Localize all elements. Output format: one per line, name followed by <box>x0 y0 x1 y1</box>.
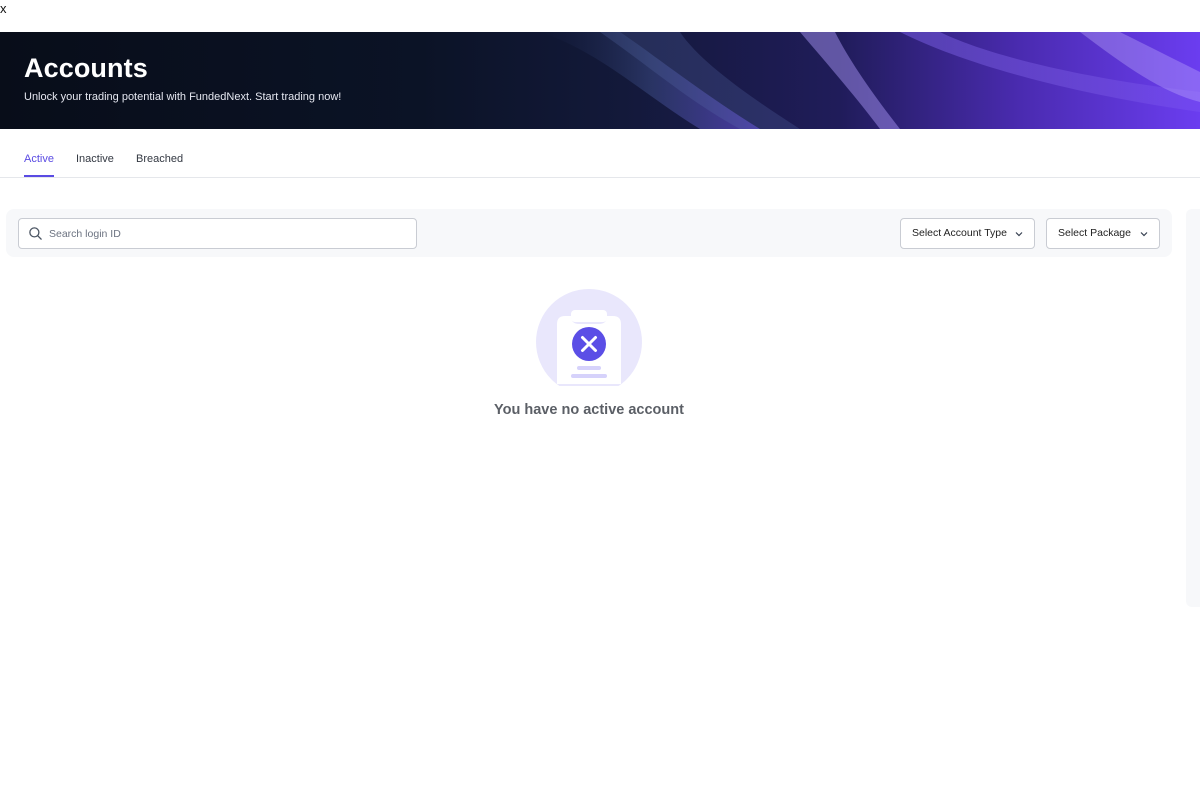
top-strip: x <box>0 0 1200 32</box>
search-icon <box>29 227 42 240</box>
accounts-page: x Accounts Unlock your trading potential… <box>0 0 1200 791</box>
page-title: Accounts <box>24 53 148 83</box>
close-icon[interactable]: x <box>0 2 7 16</box>
tab-breached[interactable]: Breached <box>136 129 183 176</box>
chevron-down-icon <box>1140 232 1148 237</box>
package-select[interactable]: Select Package <box>1046 218 1160 249</box>
page-header-banner: Accounts Unlock your trading potential w… <box>0 32 1200 129</box>
account-type-select-label: Select Account Type <box>912 227 1007 239</box>
package-select-label: Select Package <box>1058 227 1131 239</box>
search-box[interactable] <box>18 218 417 249</box>
chevron-down-icon <box>1015 232 1023 237</box>
banner-decoration <box>540 32 1200 129</box>
empty-account-icon <box>536 289 642 386</box>
account-type-select[interactable]: Select Account Type <box>900 218 1035 249</box>
tab-active[interactable]: Active <box>24 129 54 177</box>
search-input[interactable] <box>47 223 411 245</box>
account-status-tabs: Active Inactive Breached <box>0 129 1200 178</box>
page-subtitle: Unlock your trading potential with Funde… <box>24 91 342 103</box>
filter-bar: Select Account Type Select Package <box>6 209 1172 257</box>
side-panel-edge <box>1186 209 1200 607</box>
tab-inactive[interactable]: Inactive <box>76 129 114 176</box>
empty-state-message: You have no active account <box>494 402 684 418</box>
